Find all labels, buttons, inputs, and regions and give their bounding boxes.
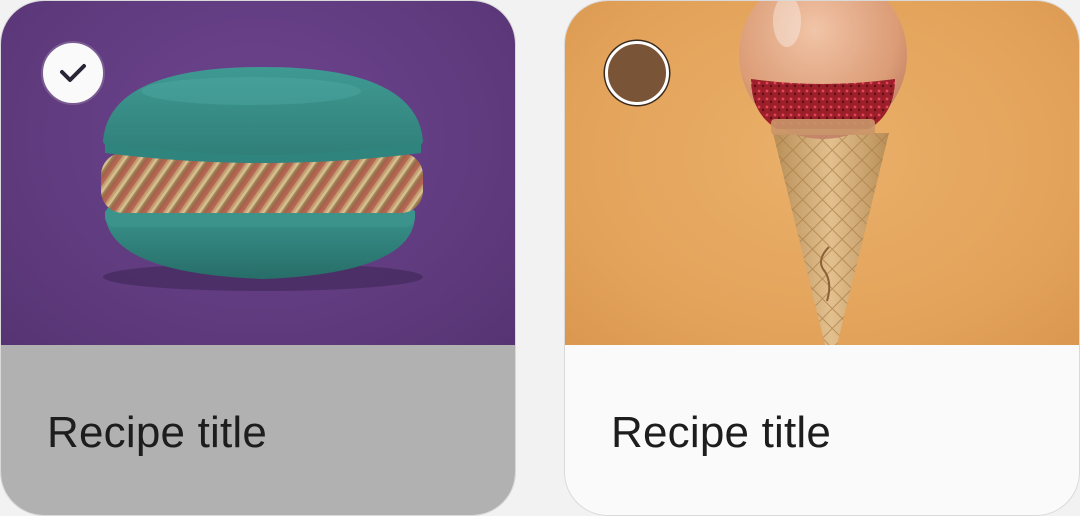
- recipe-card-1[interactable]: Recipe title: [0, 0, 516, 516]
- recipe-grid: Recipe title Recipe title: [0, 0, 1080, 516]
- recipe-title-area: Recipe title: [1, 345, 515, 515]
- checkmark-icon: [60, 64, 86, 82]
- selection-checkbox-checked[interactable]: [41, 41, 105, 105]
- recipe-card-2[interactable]: Recipe title: [564, 0, 1080, 516]
- recipe-title-area: Recipe title: [565, 345, 1079, 515]
- recipe-title: Recipe title: [47, 408, 268, 457]
- selection-checkbox-unchecked[interactable]: [605, 41, 669, 105]
- recipe-title: Recipe title: [611, 408, 832, 457]
